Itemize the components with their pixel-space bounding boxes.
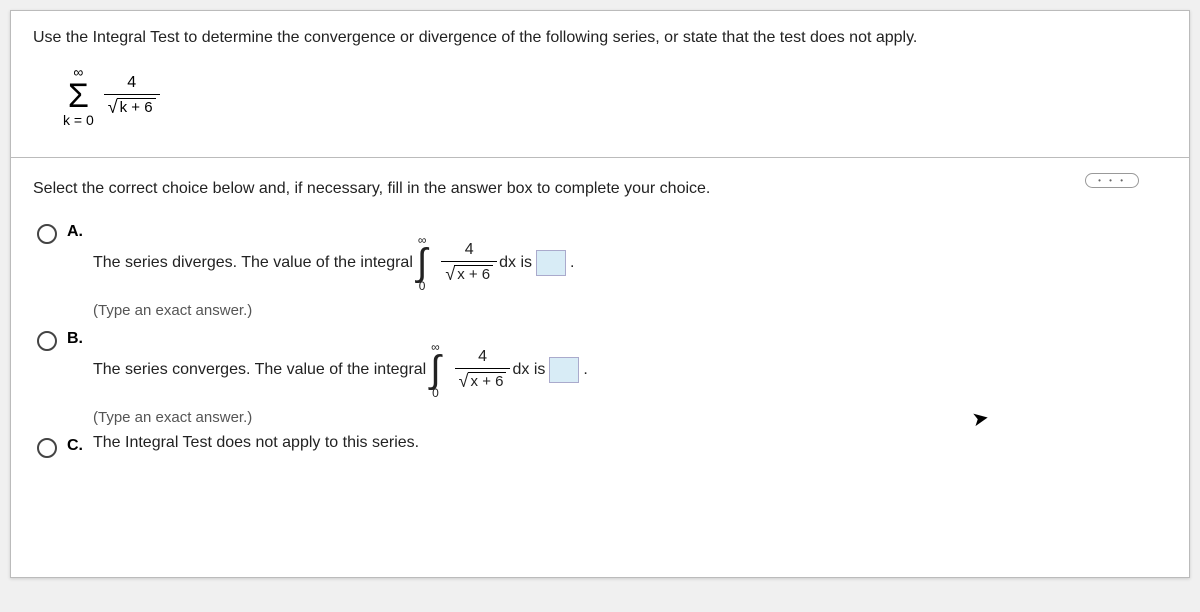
choice-c-label: C. (67, 437, 87, 455)
radio-c[interactable] (37, 438, 57, 458)
choice-b-text: The series converges. The value of the i… (93, 361, 426, 379)
integral-b: ∞ ∫ 0 (430, 341, 440, 399)
choice-c: C. The Integral Test does not apply to t… (37, 434, 1167, 458)
frac-a-den: √ x + 6 (441, 261, 497, 285)
choice-b-label: B. (67, 330, 87, 348)
dx-is-a: dx is (499, 254, 532, 272)
frac-a-num: 4 (461, 241, 478, 261)
divider (11, 157, 1189, 158)
sigma-symbol: Σ (68, 79, 89, 113)
frac-a: 4 √ x + 6 (441, 241, 497, 285)
hint-a: (Type an exact answer.) (93, 302, 575, 319)
int-b-symbol: ∫ (430, 353, 440, 387)
radicand-a: x + 6 (454, 265, 493, 283)
series-formula: ∞ Σ k = 0 4 √ k + 6 (63, 65, 160, 127)
choice-a-row: The series diverges. The value of the in… (93, 234, 575, 292)
dx-is-b: dx is (512, 361, 545, 379)
int-a-bot: 0 (419, 280, 426, 292)
frac-b: 4 √ x + 6 (455, 348, 511, 392)
sigma-lower: k = 0 (63, 113, 94, 127)
series-radicand: k + 6 (117, 98, 156, 116)
series-denominator: √ k + 6 (104, 94, 160, 118)
choice-b-row: The series converges. The value of the i… (93, 341, 588, 399)
series-fraction: 4 √ k + 6 (104, 74, 160, 118)
instruction-text: Select the correct choice below and, if … (33, 180, 1167, 198)
choice-a-text: The series diverges. The value of the in… (93, 254, 413, 272)
integral-a: ∞ ∫ 0 (417, 234, 427, 292)
sigma-notation: ∞ Σ k = 0 (63, 65, 94, 127)
radio-b[interactable] (37, 331, 57, 351)
more-icon[interactable]: • • • (1085, 173, 1139, 188)
int-a-symbol: ∫ (417, 246, 427, 280)
choice-a-label: A. (67, 223, 87, 241)
choice-a-body: The series diverges. The value of the in… (93, 220, 575, 319)
choice-c-body: The Integral Test does not apply to this… (93, 434, 419, 452)
more-options[interactable]: • • • (1085, 173, 1139, 188)
frac-b-den: √ x + 6 (455, 368, 511, 392)
choice-b-body: The series converges. The value of the i… (93, 327, 588, 426)
radicand-b: x + 6 (468, 372, 507, 390)
radio-a[interactable] (37, 224, 57, 244)
frac-b-num: 4 (474, 348, 491, 368)
choice-b: B. The series converges. The value of th… (37, 327, 1167, 426)
period-a: . (570, 254, 574, 272)
choice-a: A. The series diverges. The value of the… (37, 220, 1167, 319)
period-b: . (583, 361, 587, 379)
int-b-bot: 0 (432, 387, 439, 399)
series-sqrt: √ k + 6 (108, 98, 156, 116)
series-numerator: 4 (123, 74, 140, 94)
answer-box-a[interactable] (536, 250, 566, 276)
hint-b: (Type an exact answer.) (93, 409, 588, 426)
sqrt-a: √ x + 6 (445, 265, 493, 283)
answer-box-b[interactable] (549, 357, 579, 383)
question-panel: Use the Integral Test to determine the c… (10, 10, 1190, 578)
choice-c-text: The Integral Test does not apply to this… (93, 434, 419, 451)
question-text: Use the Integral Test to determine the c… (33, 29, 1167, 47)
sqrt-b: √ x + 6 (459, 372, 507, 390)
